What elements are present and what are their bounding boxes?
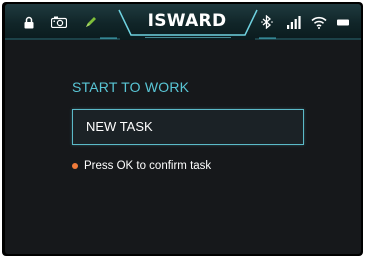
wifi-icon: [311, 14, 327, 30]
new-task-label: NEW TASK: [86, 119, 153, 134]
bluetooth-icon: [260, 14, 274, 30]
battery-icon: [337, 14, 349, 30]
device-bezel: ISWARD START TO WORK NEW TASK Press OK t…: [2, 2, 363, 256]
camera-icon: [50, 14, 68, 30]
page-title: ISWARD: [147, 11, 227, 31]
new-task-button[interactable]: NEW TASK: [72, 109, 304, 145]
bullet-dot-icon: [72, 163, 78, 169]
lock-icon: [23, 14, 35, 30]
screen: ISWARD START TO WORK NEW TASK Press OK t…: [5, 4, 361, 254]
signal-icon: [287, 14, 301, 30]
pen-icon: [83, 14, 99, 30]
status-bar: ISWARD: [5, 4, 361, 40]
hint-text: Press OK to confirm task: [84, 160, 212, 172]
section-heading: START TO WORK: [72, 79, 190, 95]
confirm-hint: Press OK to confirm task: [72, 159, 211, 173]
